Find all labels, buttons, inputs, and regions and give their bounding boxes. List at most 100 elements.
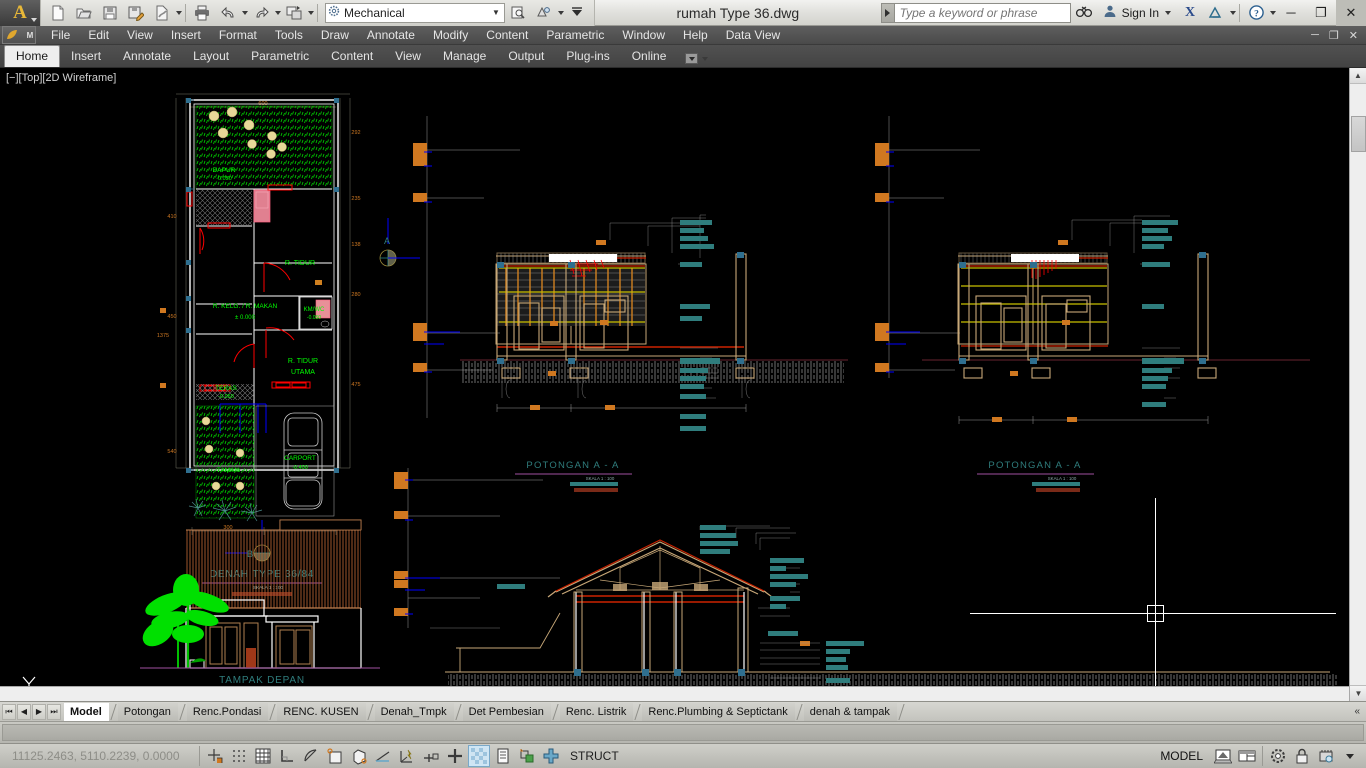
new-file-button[interactable] bbox=[46, 2, 70, 24]
layout-tab-renc-pondasi[interactable]: Renc.Pondasi bbox=[186, 702, 269, 721]
command-input[interactable] bbox=[2, 724, 1364, 741]
save-as-button[interactable] bbox=[124, 2, 148, 24]
minimize-button[interactable]: ─ bbox=[1276, 0, 1306, 26]
layout-tab-model[interactable]: Model bbox=[64, 702, 109, 721]
first-layout-button[interactable]: ⏮ bbox=[2, 703, 16, 720]
menu-draw[interactable]: Draw bbox=[312, 26, 358, 44]
layout-tab-denah-tampak[interactable]: denah & tampak bbox=[803, 702, 897, 721]
tab-view[interactable]: View bbox=[384, 46, 432, 67]
horizontal-scrollbar[interactable] bbox=[0, 686, 1349, 701]
chevron-down-icon[interactable] bbox=[558, 10, 564, 15]
lineweight-toggle[interactable] bbox=[444, 745, 466, 767]
snap-mode-toggle[interactable] bbox=[228, 745, 250, 767]
tab-home[interactable]: Home bbox=[4, 45, 61, 67]
annotation-monitor-toggle[interactable] bbox=[540, 745, 562, 767]
close-button[interactable]: ✕ bbox=[1336, 0, 1366, 26]
object-snap-tracking-toggle[interactable] bbox=[372, 745, 394, 767]
undo-button[interactable] bbox=[216, 2, 240, 24]
application-menu-button[interactable]: A bbox=[0, 0, 40, 26]
chevron-down-icon[interactable] bbox=[1165, 10, 1171, 15]
search-icon[interactable] bbox=[1072, 2, 1096, 24]
print-button[interactable] bbox=[190, 2, 214, 24]
autodesk-360-button[interactable] bbox=[1204, 2, 1228, 24]
chevron-down-icon[interactable] bbox=[308, 10, 314, 15]
struct-label[interactable]: STRUCT bbox=[563, 749, 626, 763]
tab-parametric[interactable]: Parametric bbox=[240, 46, 320, 67]
chevron-down-icon[interactable]: ▼ bbox=[490, 8, 502, 17]
doc-minimize-button[interactable]: ─ bbox=[1307, 29, 1323, 42]
open-file-button[interactable] bbox=[72, 2, 96, 24]
tab-online[interactable]: Online bbox=[621, 46, 678, 67]
menu-file[interactable]: File bbox=[42, 26, 79, 44]
mechanical-document-icon[interactable]: M bbox=[2, 26, 36, 44]
next-layout-button[interactable]: ▶ bbox=[32, 703, 46, 720]
workspace-save-button[interactable] bbox=[532, 2, 556, 24]
menu-format[interactable]: Format bbox=[210, 26, 266, 44]
tab-content[interactable]: Content bbox=[320, 46, 384, 67]
tab-plugins[interactable]: Plug-ins bbox=[555, 46, 620, 67]
menu-content[interactable]: Content bbox=[477, 26, 537, 44]
coordinates-display[interactable]: 11125.2463, 5110.2239, 0.0000 bbox=[0, 749, 196, 763]
object-snap-toggle[interactable] bbox=[324, 745, 346, 767]
hardware-accel-icon[interactable] bbox=[1315, 745, 1337, 767]
ribbon-minimize-button[interactable] bbox=[677, 50, 716, 67]
restore-button[interactable]: ❐ bbox=[1306, 0, 1336, 26]
tab-insert[interactable]: Insert bbox=[60, 46, 112, 67]
3d-object-snap-toggle[interactable] bbox=[348, 745, 370, 767]
last-layout-button[interactable]: ⏭ bbox=[47, 703, 61, 720]
chevron-down-icon[interactable] bbox=[176, 10, 182, 15]
layout-tab-det-pembesian[interactable]: Det Pembesian bbox=[462, 702, 551, 721]
tab-manage[interactable]: Manage bbox=[432, 46, 497, 67]
vertical-scroll-thumb[interactable] bbox=[1351, 116, 1366, 152]
grid-display-toggle[interactable] bbox=[252, 745, 274, 767]
chevron-down-icon[interactable] bbox=[31, 17, 37, 22]
gear-icon[interactable] bbox=[1267, 745, 1289, 767]
layout-tab-potongan[interactable]: Potongan bbox=[117, 702, 178, 721]
menu-view[interactable]: View bbox=[118, 26, 162, 44]
save-button[interactable] bbox=[98, 2, 122, 24]
selection-cycling-toggle[interactable] bbox=[516, 745, 538, 767]
doc-restore-button[interactable]: ❐ bbox=[1325, 29, 1343, 42]
layout-tab-denah-tmpk[interactable]: Denah_Tmpk bbox=[374, 702, 454, 721]
chevron-down-icon[interactable] bbox=[275, 10, 281, 15]
command-line[interactable] bbox=[0, 721, 1366, 743]
layout-tab-renc-plumbing[interactable]: Renc.Plumbing & Septictank bbox=[642, 702, 795, 721]
lock-icon[interactable] bbox=[1291, 745, 1313, 767]
menu-help[interactable]: Help bbox=[674, 26, 717, 44]
workspace-settings-button[interactable] bbox=[506, 2, 530, 24]
layout-tab-renc-listrik[interactable]: Renc. Listrik bbox=[559, 702, 634, 721]
chevron-down-icon[interactable] bbox=[702, 56, 709, 61]
scroll-down-button[interactable]: ▼ bbox=[1350, 685, 1366, 701]
drawing-canvas[interactable]: [−][Top][2D Wireframe] 600 DAPUR -0.050 … bbox=[0, 68, 1366, 701]
prev-layout-button[interactable]: ◀ bbox=[17, 703, 31, 720]
search-input[interactable] bbox=[894, 2, 1071, 23]
tab-output[interactable]: Output bbox=[497, 46, 555, 67]
dynamic-input-toggle[interactable] bbox=[420, 745, 442, 767]
menu-edit[interactable]: Edit bbox=[79, 26, 118, 44]
menu-data-view[interactable]: Data View bbox=[717, 26, 789, 44]
plot-preview-button[interactable] bbox=[150, 2, 174, 24]
batch-plot-button[interactable] bbox=[282, 2, 306, 24]
menu-insert[interactable]: Insert bbox=[162, 26, 210, 44]
model-space-button[interactable]: MODEL bbox=[1152, 749, 1211, 763]
redo-button[interactable] bbox=[249, 2, 273, 24]
menu-tools[interactable]: Tools bbox=[266, 26, 312, 44]
menu-parametric[interactable]: Parametric bbox=[537, 26, 613, 44]
chevron-down-icon[interactable] bbox=[1230, 10, 1236, 15]
layout-overflow-button[interactable]: « bbox=[1348, 706, 1366, 717]
viewport-label[interactable]: [−][Top][2D Wireframe] bbox=[6, 72, 116, 84]
qat-overflow-button[interactable] bbox=[565, 2, 589, 24]
tab-layout[interactable]: Layout bbox=[182, 46, 240, 67]
sign-in-button[interactable]: Sign In bbox=[1097, 4, 1177, 21]
infer-constraints-toggle[interactable] bbox=[204, 745, 226, 767]
vertical-scrollbar[interactable]: ▲ ▼ bbox=[1349, 68, 1366, 701]
ortho-mode-toggle[interactable] bbox=[276, 745, 298, 767]
chevron-down-icon[interactable] bbox=[242, 10, 248, 15]
menu-annotate[interactable]: Annotate bbox=[358, 26, 424, 44]
doc-close-button[interactable]: ✕ bbox=[1345, 29, 1362, 42]
polar-tracking-toggle[interactable] bbox=[300, 745, 322, 767]
search-expand-button[interactable] bbox=[880, 2, 895, 23]
workspace-selector[interactable]: Mechanical ▼ bbox=[325, 2, 505, 23]
chevron-down-icon[interactable] bbox=[1339, 745, 1361, 767]
dynamic-ucs-toggle[interactable] bbox=[396, 745, 418, 767]
